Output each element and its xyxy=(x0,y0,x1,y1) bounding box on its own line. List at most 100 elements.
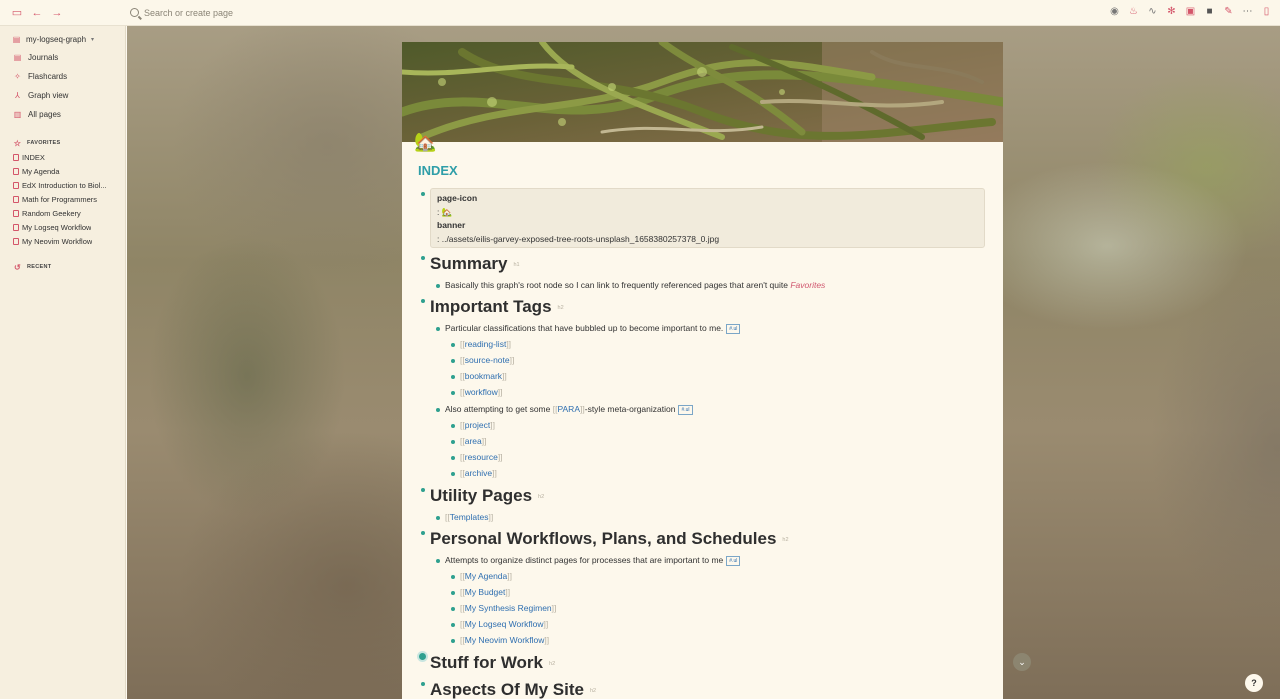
collapsed-bullet[interactable] xyxy=(419,653,426,660)
block-bullet[interactable] xyxy=(451,359,455,363)
para-text: Also attempting to get some xyxy=(445,404,553,414)
block-bullet[interactable] xyxy=(436,559,440,563)
block-bullet[interactable] xyxy=(451,440,455,444)
calendar-icon[interactable]: ▣ xyxy=(1185,5,1196,19)
ref-label: project xyxy=(464,420,491,430)
nav-journals[interactable]: ▤ Journals xyxy=(0,48,125,67)
favorite-label: My Logseq Workflow xyxy=(22,222,92,232)
favorite-item[interactable]: My Agenda xyxy=(0,164,125,178)
page-properties[interactable]: page-icon : 🏡 banner : ../assets/eilis-g… xyxy=(430,188,985,248)
page-ref-source-note[interactable]: [[source-note]] xyxy=(460,355,514,365)
page-ref-project[interactable]: [[project]] xyxy=(460,420,495,430)
back-arrow-icon[interactable]: ← xyxy=(30,6,44,20)
block-bullet[interactable] xyxy=(451,607,455,611)
favorite-item[interactable]: EdX Introduction to Biol... xyxy=(0,178,125,192)
puzzle-icon[interactable]: ✻ xyxy=(1166,5,1177,19)
favorite-item[interactable]: Math for Programmers xyxy=(0,192,125,206)
page-emoji-icon[interactable]: 🏡 xyxy=(414,132,436,153)
para-intro[interactable]: Also attempting to get some [[PARA]]-sty… xyxy=(445,404,693,415)
page-ref-my-budget[interactable]: [[My Budget]] xyxy=(460,587,510,597)
page-ref-resource[interactable]: [[resource]] xyxy=(460,452,503,462)
favorite-item[interactable]: My Neovim Workflow xyxy=(0,234,125,248)
heading-summary[interactable]: Summary h1 xyxy=(430,254,520,274)
more-icon[interactable]: ⋯ xyxy=(1242,5,1253,19)
flame-icon[interactable]: ♨ xyxy=(1128,5,1139,19)
block-bullet[interactable] xyxy=(451,456,455,460)
heading-personal-workflows[interactable]: Personal Workflows, Plans, and Schedules… xyxy=(430,529,789,549)
block-bullet[interactable] xyxy=(421,299,425,303)
pages-icon: ▥ xyxy=(13,110,22,119)
page-ref-workflow[interactable]: [[workflow]] xyxy=(460,387,503,397)
help-button[interactable]: ? xyxy=(1245,674,1263,692)
block-bullet[interactable] xyxy=(451,639,455,643)
block-bullet[interactable] xyxy=(421,192,425,196)
personal-intro[interactable]: Attempts to organize distinct pages for … xyxy=(445,555,741,566)
search-icon xyxy=(130,8,139,17)
page-ref-my-logseq-workflow[interactable]: [[My Logseq Workflow]] xyxy=(460,619,548,629)
page-ref-reading-list[interactable]: [[reading-list]] xyxy=(460,339,511,349)
block-bullet[interactable] xyxy=(421,256,425,260)
block-bullet[interactable] xyxy=(451,424,455,428)
page-ref-bookmark[interactable]: [[bookmark]] xyxy=(460,371,507,381)
page-ref-my-agenda[interactable]: [[My Agenda]] xyxy=(460,571,512,581)
block-bullet[interactable] xyxy=(451,343,455,347)
plugin-icon[interactable]: ✎ xyxy=(1223,5,1234,19)
ref-label: area xyxy=(464,436,482,446)
graph-selector[interactable]: ▤ my-logseq-graph ▾ xyxy=(0,30,125,48)
nav-all-pages[interactable]: ▥ All pages xyxy=(0,105,125,124)
scroll-down-button[interactable]: ⌄ xyxy=(1013,653,1031,671)
block-bullet[interactable] xyxy=(451,591,455,595)
ref-label: My Budget xyxy=(464,587,506,597)
heading-aspects-of-my-site[interactable]: Aspects Of My Site h2 xyxy=(430,680,596,699)
summary-text[interactable]: Basically this graph's root node so I ca… xyxy=(445,280,825,290)
page-ref-my-synthesis-regimen[interactable]: [[My Synthesis Regimen]] xyxy=(460,603,556,613)
forward-arrow-icon[interactable]: → xyxy=(50,6,64,20)
block-bullet[interactable] xyxy=(451,623,455,627)
block-bullet[interactable] xyxy=(451,391,455,395)
heading-utility-pages[interactable]: Utility Pages h2 xyxy=(430,486,544,506)
page-title[interactable]: INDEX xyxy=(418,163,458,178)
page-ref-templates[interactable]: [[Templates]] xyxy=(445,512,493,522)
favorite-label: Random Geekery xyxy=(22,208,81,218)
heading-stuff-for-work[interactable]: Stuff for Work h2 xyxy=(430,653,555,673)
top-bar: ▭ ← → Search or create page ◉ ♨ ∿ ✻ ▣ ■ … xyxy=(0,0,1280,26)
favorites-header[interactable]: ☆ FAVORITES xyxy=(0,136,125,150)
block-bullet[interactable] xyxy=(436,327,440,331)
recent-header[interactable]: ↺ RECENT xyxy=(0,260,125,274)
block-bullet[interactable] xyxy=(451,375,455,379)
chart-icon[interactable]: ∿ xyxy=(1147,5,1158,19)
block-bullet[interactable] xyxy=(421,531,425,535)
block-bullet[interactable] xyxy=(421,682,425,686)
block-bullet[interactable] xyxy=(451,472,455,476)
ul-tag[interactable]: #.ul xyxy=(726,323,741,334)
favorite-item[interactable]: Random Geekery xyxy=(0,206,125,220)
prop-key: banner xyxy=(437,220,466,230)
block-bullet[interactable] xyxy=(436,408,440,412)
ul-tag[interactable]: #.ul xyxy=(678,404,693,415)
eye-icon[interactable]: ◉ xyxy=(1109,5,1120,19)
tags-intro[interactable]: Particular classifications that have bub… xyxy=(445,323,741,334)
ul-tag[interactable]: #.ul xyxy=(726,555,741,566)
sidebar-toggle-icon[interactable]: ▭ xyxy=(10,6,24,20)
page-ref-area[interactable]: [[area]] xyxy=(460,436,486,446)
right-sidebar-icon[interactable]: ▯ xyxy=(1261,5,1272,19)
nav-graph-view[interactable]: ⅄ Graph view xyxy=(0,86,125,105)
favorite-item[interactable]: My Logseq Workflow xyxy=(0,220,125,234)
favorite-item[interactable]: INDEX xyxy=(0,150,125,164)
database-icon: ▤ xyxy=(12,34,21,44)
heading-text: Stuff for Work xyxy=(430,653,544,672)
tags-intro-text: Particular classifications that have bub… xyxy=(445,323,724,333)
page-ref-my-neovim-workflow[interactable]: [[My Neovim Workflow]] xyxy=(460,635,549,645)
heading-important-tags[interactable]: Important Tags h2 xyxy=(430,297,564,317)
nav-flashcards[interactable]: ✧ Flashcards xyxy=(0,67,125,86)
prop-value: : ../assets/eilis-garvey-exposed-tree-ro… xyxy=(437,233,720,244)
search-input[interactable]: Search or create page xyxy=(130,8,233,18)
bookmark-icon[interactable]: ■ xyxy=(1204,5,1215,19)
para-link[interactable]: PARA xyxy=(557,404,580,414)
page-ref-archive[interactable]: [[archive]] xyxy=(460,468,497,478)
heading-text: Summary xyxy=(430,254,508,273)
block-bullet[interactable] xyxy=(436,516,440,520)
block-bullet[interactable] xyxy=(436,284,440,288)
block-bullet[interactable] xyxy=(451,575,455,579)
block-bullet[interactable] xyxy=(421,488,425,492)
